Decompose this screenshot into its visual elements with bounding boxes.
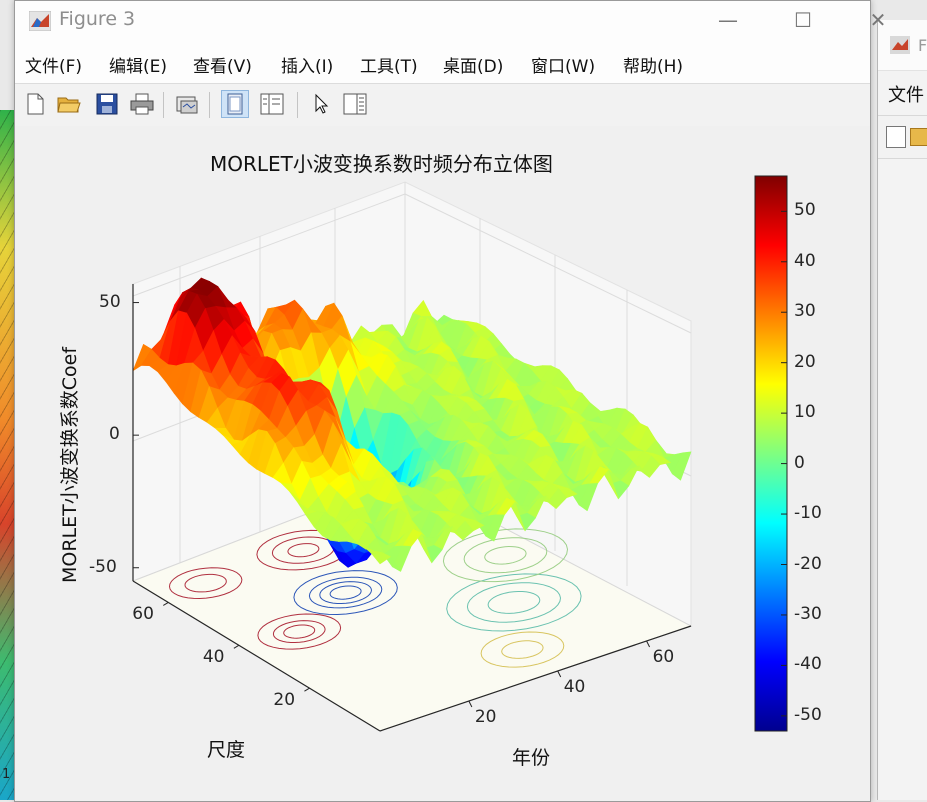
- colorbar-tick-label: -50: [794, 705, 822, 725]
- matlab-logo-icon: [29, 11, 51, 31]
- open-file-icon[interactable]: [55, 90, 83, 118]
- edit-plot-arrow-icon[interactable]: [307, 90, 335, 118]
- show-plot-tools-icon[interactable]: [258, 90, 286, 118]
- menu-window[interactable]: 窗口(W): [531, 52, 595, 77]
- menu-help[interactable]: 帮助(H): [623, 52, 683, 77]
- new-figure-icon[interactable]: [21, 90, 49, 118]
- menu-file[interactable]: 文件(F): [25, 52, 82, 77]
- x-tick-label: 20: [475, 707, 497, 727]
- menu-desktop[interactable]: 桌面(D): [443, 52, 503, 77]
- title-bar[interactable]: Figure 3 — ☐ ✕: [15, 1, 870, 41]
- menu-edit[interactable]: 编辑(E): [109, 52, 167, 77]
- z-axis-label: MORLET小波变换系数Coef: [55, 347, 82, 583]
- colorbar-tick-label: -20: [794, 554, 822, 574]
- y-tick-label: 20: [273, 690, 295, 710]
- z-tick-label: -50: [89, 557, 117, 577]
- background-window-title: F: [918, 36, 927, 55]
- y-tick-label: 40: [203, 647, 225, 667]
- background-menu-file[interactable]: 文件: [888, 81, 924, 107]
- y-tick: [163, 602, 168, 605]
- x-tick-label: 60: [653, 647, 675, 667]
- y-tick-label: 60: [132, 604, 154, 624]
- colorbar-tick-label: 20: [794, 352, 816, 372]
- background-window-label: 1: [2, 767, 10, 782]
- open-file-icon[interactable]: [910, 128, 927, 146]
- x-tick: [469, 701, 472, 707]
- hide-plot-tools-icon[interactable]: [221, 90, 249, 118]
- colorbar-tick-label: 40: [794, 251, 816, 271]
- toolbar: [15, 83, 870, 127]
- link-plot-icon[interactable]: [173, 90, 201, 118]
- window-title: Figure 3: [59, 8, 135, 30]
- x-tick: [558, 671, 561, 677]
- insert-colorbar-icon[interactable]: [341, 90, 369, 118]
- z-tick-label: 50: [99, 292, 121, 312]
- colorbar-tick-label: -40: [794, 654, 822, 674]
- z-tick-label: 0: [109, 424, 120, 444]
- colorbar-tick-label: -30: [794, 604, 822, 624]
- colorbar-tick-label: 10: [794, 402, 816, 422]
- matlab-logo-icon: [890, 36, 910, 54]
- new-figure-icon[interactable]: [886, 126, 906, 148]
- menu-tools[interactable]: 工具(T): [360, 52, 418, 77]
- print-icon[interactable]: [128, 90, 156, 118]
- y-tick: [234, 645, 239, 648]
- figure-window: Figure 3 — ☐ ✕ 文件(F) 编辑(E) 查看(V) 插入(I) 工…: [14, 0, 871, 802]
- background-window-right[interactable]: F 文件: [877, 20, 927, 800]
- minimize-button[interactable]: —: [705, 5, 751, 35]
- x-axis-label: 年份: [512, 743, 550, 770]
- surface-plot[interactable]: [15, 126, 870, 801]
- maximize-button[interactable]: ☐: [780, 5, 826, 35]
- colorbar-tick-label: 30: [794, 301, 816, 321]
- menu-bar: 文件(F) 编辑(E) 查看(V) 插入(I) 工具(T) 桌面(D) 窗口(W…: [15, 41, 870, 83]
- colorbar-tick-label: 50: [794, 200, 816, 220]
- colorbar-tick-label: 0: [794, 453, 805, 473]
- menu-insert[interactable]: 插入(I): [281, 52, 333, 77]
- x-tick-label: 40: [564, 677, 586, 697]
- close-button[interactable]: ✕: [855, 5, 901, 35]
- y-axis-label: 尺度: [207, 735, 245, 762]
- colorbar: [755, 176, 787, 731]
- x-tick: [647, 641, 650, 647]
- y-tick: [304, 688, 309, 691]
- save-icon[interactable]: [93, 90, 121, 118]
- colorbar-tick-label: -10: [794, 503, 822, 523]
- menu-view[interactable]: 查看(V): [193, 52, 252, 77]
